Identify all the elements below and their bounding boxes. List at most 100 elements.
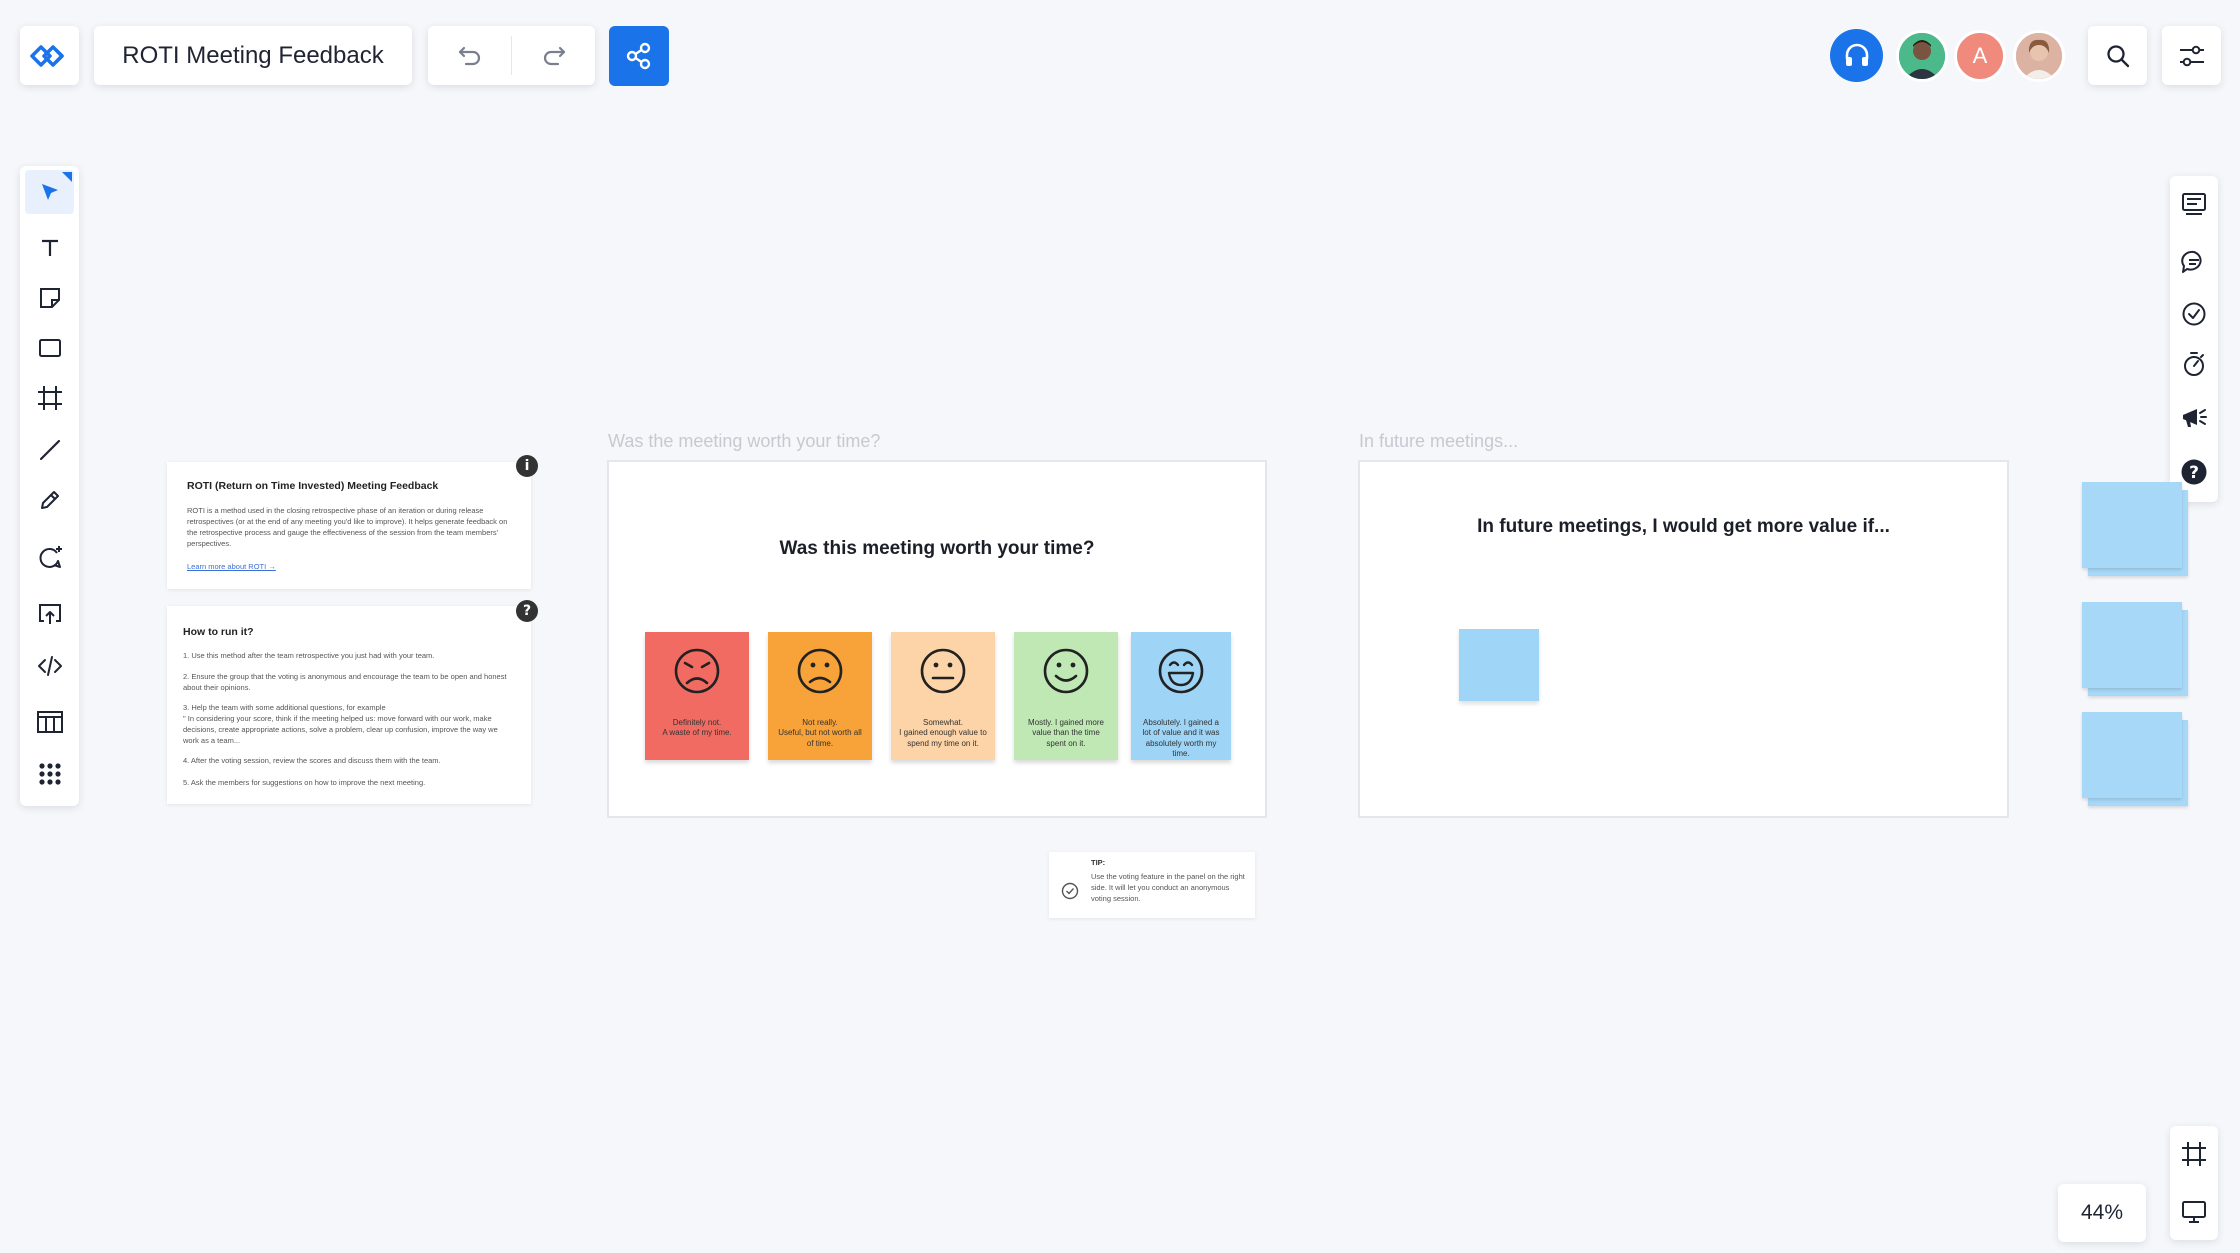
question-icon[interactable]: ? <box>516 600 538 622</box>
announce-button[interactable] <box>2170 396 2218 440</box>
creation-toolbar <box>20 166 79 806</box>
embed-code-tool[interactable] <box>20 644 79 688</box>
empty-sticky-note[interactable] <box>1459 629 1539 701</box>
frame-worth-your-time[interactable]: Was this meeting worth your time? Defini… <box>607 460 1267 818</box>
person-photo-icon <box>2016 33 2062 79</box>
redo-icon <box>543 46 565 65</box>
view-toolbar <box>2170 1126 2218 1240</box>
tip-body: Use the voting feature in the panel on t… <box>1091 872 1245 903</box>
card-body: ROTI is a method used in the closing ret… <box>187 506 508 548</box>
very-sad-face-icon <box>674 648 720 694</box>
frame-icon <box>2182 1142 2206 1166</box>
more-apps-tool[interactable] <box>20 752 79 796</box>
shape-tool[interactable] <box>20 326 79 370</box>
sticky-somewhat[interactable]: Somewhat. I gained enough value to spend… <box>891 632 995 760</box>
app-logo[interactable] <box>20 26 79 85</box>
step-4: 4. After the voting session, review the … <box>183 756 441 765</box>
sticky-note-stack-2[interactable] <box>2082 602 2188 697</box>
frames-panel-button[interactable] <box>2170 1132 2218 1176</box>
timer-icon <box>2184 352 2204 376</box>
check-circle-icon <box>1061 882 1079 900</box>
presentation-button[interactable] <box>2170 1190 2218 1234</box>
frame-heading: In future meetings, I would get more val… <box>1477 516 1890 537</box>
code-icon <box>37 656 62 676</box>
step-5: 5. Ask the members for suggestions on ho… <box>183 778 426 787</box>
step-1: 1. Use this method after the team retros… <box>183 651 435 660</box>
zoom-value: 44% <box>2080 1201 2124 1224</box>
talktrack-button[interactable] <box>1830 29 1883 82</box>
sticky-absolutely[interactable]: Absolutely. I gained a lot of value and … <box>1131 632 1231 760</box>
upload-tool[interactable] <box>20 592 79 636</box>
avatar-initial: A <box>1972 43 1988 68</box>
sticky-text: Mostly. I gained more value than the tim… <box>1028 718 1104 748</box>
miro-logo-icon <box>29 44 64 67</box>
search-button[interactable] <box>2088 26 2147 85</box>
check-circle-icon <box>2182 302 2206 326</box>
frame-label-future[interactable]: In future meetings... <box>1359 431 1518 452</box>
share-button[interactable] <box>609 26 669 86</box>
square-icon <box>38 339 61 357</box>
roti-description-card[interactable]: ROTI (Return on Time Invested) Meeting F… <box>167 462 531 589</box>
voting-button[interactable] <box>2170 292 2218 336</box>
megaphone-icon <box>2183 409 2207 427</box>
chat-button[interactable] <box>2170 240 2218 284</box>
sticky-note-stack-1[interactable] <box>2082 482 2188 577</box>
sliders-icon <box>2179 45 2204 66</box>
sticky-not-really[interactable]: Not really. Useful, but not worth all of… <box>768 632 872 760</box>
collaborator-avatar-2[interactable]: A <box>1954 30 2006 82</box>
sticky-mostly[interactable]: Mostly. I gained more value than the tim… <box>1014 632 1118 760</box>
frame-label-worth[interactable]: Was the meeting worth your time? <box>608 431 880 452</box>
timer-button[interactable] <box>2170 342 2218 386</box>
frame-future-meetings[interactable]: In future meetings, I would get more val… <box>1358 460 2009 818</box>
step-3: 3. Help the team with some additional qu… <box>183 703 498 745</box>
step-2: 2. Ensure the group that the voting is a… <box>183 672 507 692</box>
collaborator-avatar-3[interactable] <box>2013 30 2065 82</box>
text-icon <box>41 239 58 256</box>
sticky-note-icon <box>39 288 60 308</box>
board-settings-button[interactable] <box>2162 26 2221 85</box>
sad-face-icon <box>797 648 843 694</box>
pen-icon <box>40 491 59 509</box>
template-grid-icon <box>36 711 63 733</box>
sticky-text: Definitely not. A waste of my time. <box>662 718 732 738</box>
agenda-icon <box>2182 193 2206 215</box>
learn-more-link[interactable]: Learn more about ROTI → <box>187 562 276 571</box>
headset-icon <box>1845 43 1868 66</box>
sticky-note-tool[interactable] <box>20 276 79 320</box>
card-title: How to run it? <box>183 626 254 638</box>
text-tool[interactable] <box>20 226 79 270</box>
undo-icon <box>458 46 480 65</box>
how-to-run-card[interactable]: How to run it? 1. Use this method after … <box>167 606 531 804</box>
svg-text:?: ? <box>2189 463 2199 483</box>
history-controls <box>428 26 595 85</box>
apps-grid-icon <box>38 763 61 785</box>
tip-title: TIP: <box>1091 858 1106 867</box>
sticky-definitely-not[interactable]: Definitely not. A waste of my time. <box>645 632 749 760</box>
undo-button[interactable] <box>428 26 511 85</box>
sticky-text: Not really. Useful, but not worth all of… <box>778 718 862 748</box>
cursor-arrow-icon <box>41 184 58 200</box>
collaborator-avatar-1[interactable] <box>1896 30 1948 82</box>
templates-tool[interactable] <box>20 700 79 744</box>
info-icon[interactable]: i <box>516 455 538 477</box>
comment-tool[interactable] <box>20 536 79 580</box>
agenda-button[interactable] <box>2170 182 2218 226</box>
pen-tool[interactable] <box>20 478 79 522</box>
line-tool[interactable] <box>20 428 79 472</box>
chat-icon <box>2181 250 2202 273</box>
board-title-container[interactable]: ROTI Meeting Feedback <box>94 26 412 85</box>
zoom-level[interactable]: 44% <box>2058 1184 2146 1242</box>
search-icon <box>2106 44 2129 67</box>
sticky-note-stack-3[interactable] <box>2082 712 2188 807</box>
redo-button[interactable] <box>512 26 595 85</box>
board-title[interactable]: ROTI Meeting Feedback <box>122 42 383 70</box>
person-photo-icon <box>1899 33 1945 79</box>
share-icon <box>626 42 651 70</box>
frame-tool[interactable] <box>20 376 79 420</box>
presentation-icon <box>2182 1201 2206 1223</box>
select-tool[interactable] <box>25 170 74 214</box>
tip-card[interactable]: TIP: Use the voting feature in the panel… <box>1049 852 1255 918</box>
frame-icon <box>37 386 62 410</box>
upload-icon <box>38 604 61 624</box>
very-happy-face-icon <box>1158 648 1204 694</box>
